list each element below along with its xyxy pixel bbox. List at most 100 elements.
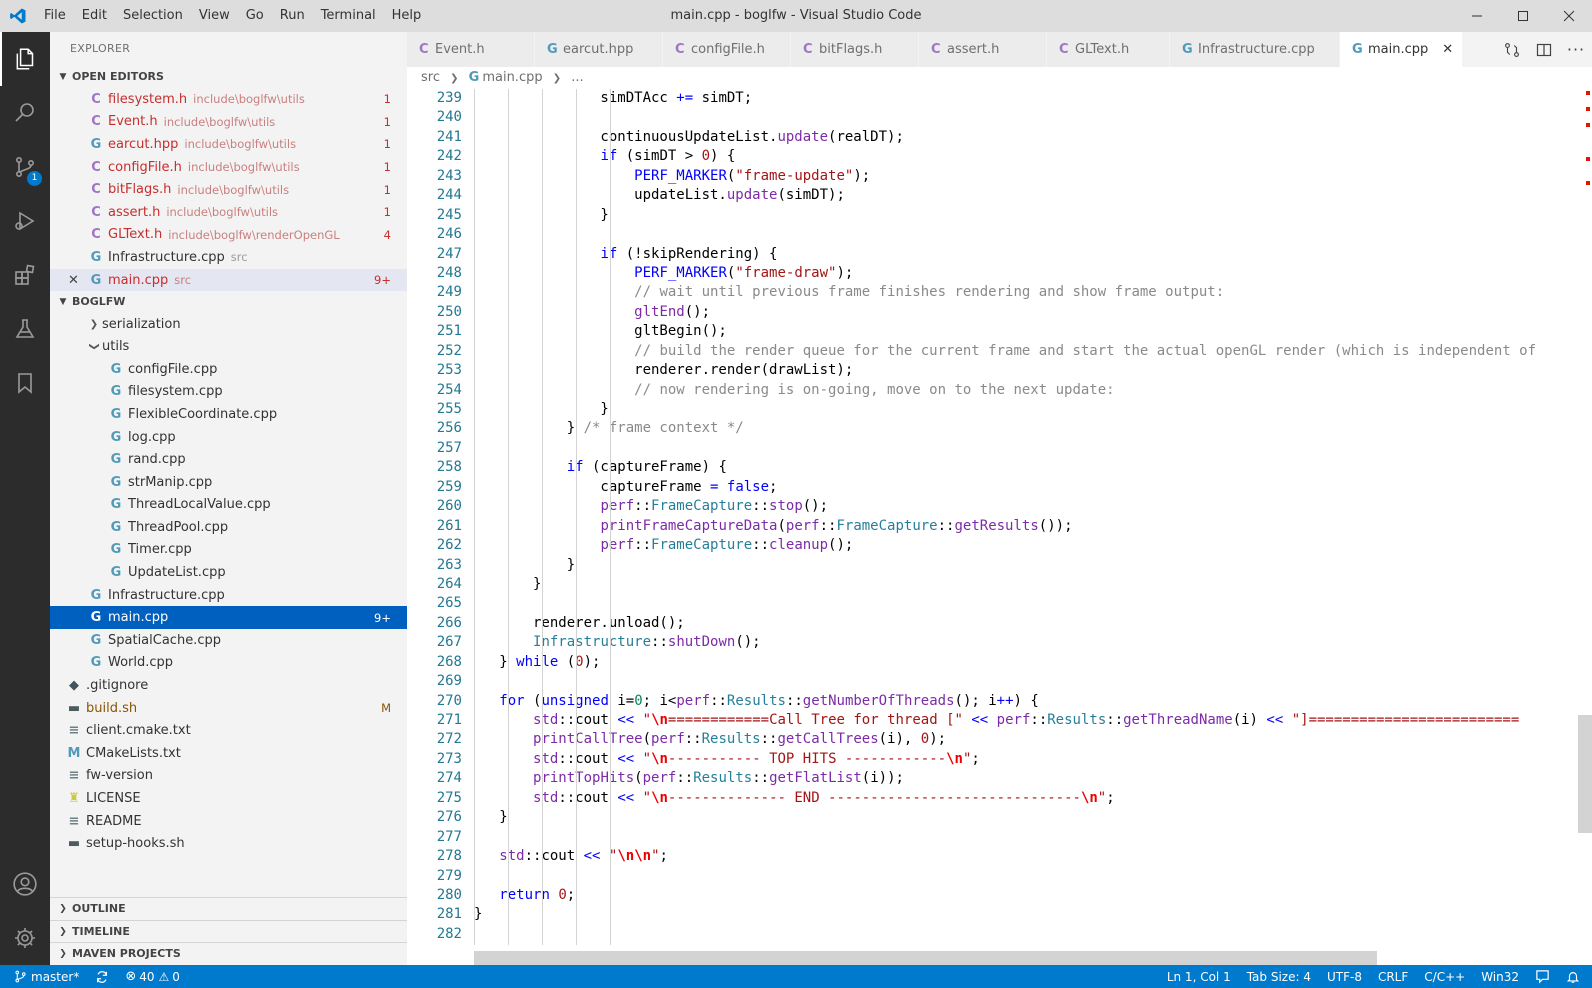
tree-file[interactable]: G ThreadPool.cpp [50,516,407,539]
tab-earcut-hpp[interactable]: Gearcut.hpp [535,32,663,67]
close-editor-icon[interactable]: ✕ [68,273,88,288]
code-editor[interactable]: 239 240 241 242 243 244 245 246 247 248 249 250 251 2… [407,89,1592,965]
close-tab-icon[interactable]: ✕ [1442,42,1453,57]
tab-configfile-h[interactable]: CconfigFile.h [663,32,791,67]
sync-icon[interactable] [87,965,117,988]
breadcrumb-symbol[interactable]: ... [571,70,583,85]
more-actions-icon[interactable]: ··· [1560,32,1592,67]
tree-file[interactable]: G ThreadLocalValue.cpp [50,494,407,517]
menu-edit[interactable]: Edit [74,0,115,32]
code-lines[interactable]: simDTAcc += simDT; continuousUpdateList.… [474,89,1564,945]
feedback-icon[interactable] [1527,965,1558,988]
c-file-icon: C [91,91,101,107]
tree-file[interactable]: G UpdateList.cpp [50,561,407,584]
search-icon[interactable] [0,86,50,140]
tree-file[interactable]: ≡ fw-version [50,765,407,788]
tree-file[interactable]: Glog.cpp [50,426,407,449]
open-editor-item[interactable]: G earcut.hpp include\boglfw\utils 1 [50,133,407,156]
source-control-icon[interactable]: 1 [0,140,50,194]
tree-file[interactable]: G FlexibleCoordinate.cpp [50,403,407,426]
testing-flask-icon[interactable] [0,302,50,356]
cpp-file-icon: G [110,497,122,513]
tab-size[interactable]: Tab Size: 4 [1239,965,1319,988]
menu-go[interactable]: Go [238,0,272,32]
tree-file[interactable]: GstrManip.cpp [50,471,407,494]
horizontal-scrollbar[interactable] [474,951,1377,965]
tree-file[interactable]: G World.cpp [50,652,407,675]
platform[interactable]: Win32 [1473,965,1527,988]
bookmark-icon[interactable] [0,356,50,410]
explorer-icon[interactable] [0,32,50,86]
tree-file[interactable]: G Timer.cpp [50,539,407,562]
cpp-file-icon: G [90,249,102,265]
cpp-file-icon: G [90,272,102,288]
menu-selection[interactable]: Selection [115,0,191,32]
breadcrumb-file[interactable]: main.cpp [482,70,542,85]
tree-folder-serialization[interactable]: ❯ serialization [50,313,407,335]
open-editor-item[interactable]: C Event.h include\boglfw\utils 1 [50,111,407,134]
maven-projects-header[interactable]: ❯ MAVEN PROJECTS [50,942,407,965]
menu-view[interactable]: View [191,0,238,32]
open-editor-item-active[interactable]: ✕ G main.cpp src 9+ [50,268,407,292]
split-editor-icon[interactable] [1528,32,1560,67]
line-number: 257 [436,439,462,456]
menu-file[interactable]: File [36,0,74,32]
run-debug-icon[interactable] [0,194,50,248]
tab-bitflags-h[interactable]: CbitFlags.h [791,32,919,67]
tree-file[interactable]: ≡ client.cmake.txt [50,719,407,742]
open-editor-item[interactable]: C configFile.h include\boglfw\utils 1 [50,156,407,179]
tree-file[interactable]: G SpatialCache.cpp [50,629,407,652]
tab-gltext-h[interactable]: C GLText.h [1047,32,1170,67]
open-editor-item[interactable]: G Infrastructure.cpp src [50,246,407,269]
tree-file[interactable]: Grand.cpp [50,448,407,471]
tree-folder-utils[interactable]: ❯ utils [50,335,407,358]
code-line: renderer.unload(); [474,614,685,631]
tab-main-cpp[interactable]: Gmain.cpp ✕ [1340,32,1463,67]
minimize-button[interactable] [1454,0,1500,32]
open-editor-name: assert.h [108,204,161,220]
menu-help[interactable]: Help [384,0,430,32]
open-editor-item[interactable]: C GLText.h include\boglfw\renderOpenGL 4 [50,224,407,247]
problems-status[interactable]: ⊗ 40 ⚠ 0 [117,965,188,988]
settings-gear-icon[interactable] [0,911,50,965]
cursor-position[interactable]: Ln 1, Col 1 [1159,965,1239,988]
timeline-header[interactable]: ❯ TIMELINE [50,919,407,943]
open-editor-item[interactable]: C assert.h include\boglfw\utils 1 [50,201,407,224]
tree-file[interactable]: GconfigFile.cpp [50,358,407,381]
menu-run[interactable]: Run [272,0,313,32]
outline-header[interactable]: ❯ OUTLINE [50,897,407,920]
c-file-icon: C [931,42,941,57]
open-editor-item[interactable]: C bitFlags.h include\boglfw\utils 1 [50,178,407,201]
encoding[interactable]: UTF-8 [1319,965,1370,988]
tab-event-h[interactable]: C Event.h [407,32,535,67]
tree-file[interactable]: ≡ README [50,810,407,833]
breadcrumb-folder[interactable]: src [421,70,440,85]
open-changes-icon[interactable] [1496,32,1528,67]
close-window-button[interactable] [1546,0,1592,32]
maximize-button[interactable] [1500,0,1546,32]
tree-file[interactable]: ◆ .gitignore [50,674,407,697]
notifications-bell-icon[interactable] [1558,965,1592,988]
open-editor-item[interactable]: C filesystem.h include\boglfw\utils 1 [50,88,407,111]
menu-terminal[interactable]: Terminal [313,0,384,32]
extensions-icon[interactable] [0,248,50,302]
indent-guide [508,89,509,945]
shell-file-icon: ▬ [67,700,81,716]
folder-header[interactable]: ▼ BOGLFW [50,291,407,313]
tab-assert-h[interactable]: Cassert.h [919,32,1047,67]
tree-file[interactable]: ▬ build.sh M [50,697,407,720]
account-icon[interactable] [0,857,50,911]
tree-file[interactable]: M CMakeLists.txt [50,742,407,765]
c-file-icon: C [91,227,101,243]
branch-status[interactable]: master* [0,965,87,988]
language-mode[interactable]: C/C++ [1416,965,1473,988]
tree-file[interactable]: G Infrastructure.cpp [50,584,407,607]
tree-file[interactable]: Gfilesystem.cpp [50,381,407,404]
tree-file[interactable]: ♜ LICENSE [50,787,407,810]
tab-infrastructure-cpp[interactable]: G Infrastructure.cpp [1170,32,1340,67]
line-ending[interactable]: CRLF [1370,965,1416,988]
open-editors-header[interactable]: ▼ OPEN EDITORS [50,66,407,88]
tree-file[interactable]: ▬ setup-hooks.sh [50,832,407,855]
tree-file-selected[interactable]: Gmain.cpp 9+ [50,606,407,630]
vertical-scrollbar[interactable] [1578,715,1592,833]
